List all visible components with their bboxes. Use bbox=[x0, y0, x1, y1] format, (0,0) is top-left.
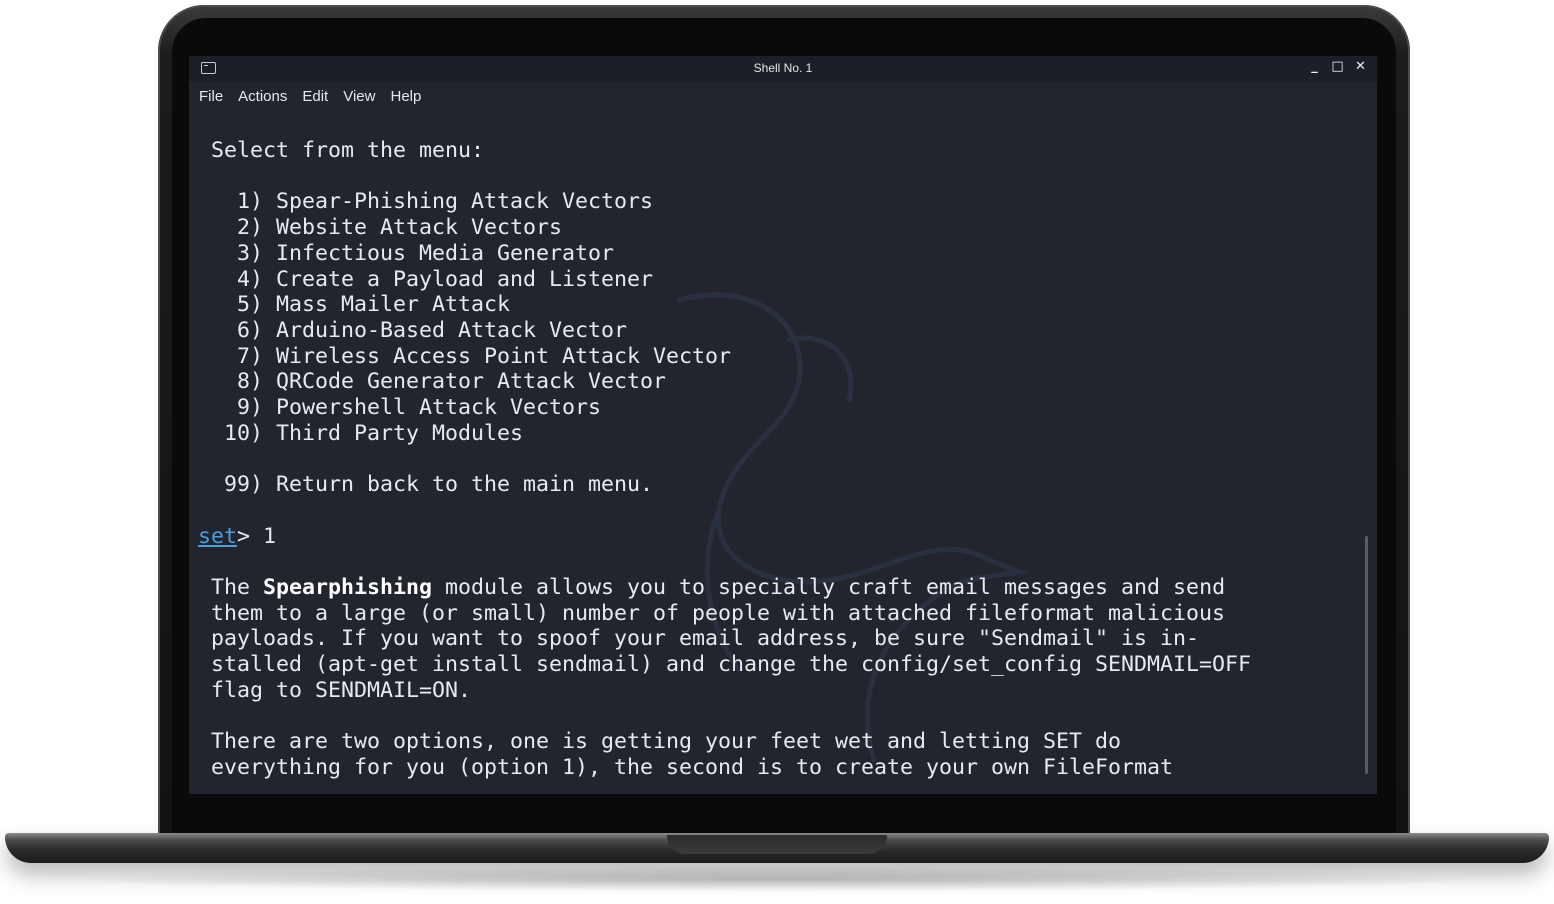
description-prefix: The bbox=[198, 574, 264, 600]
menu-option-1: 1) Spear-Phishing Attack Vectors bbox=[198, 189, 654, 215]
menu-option-10: 10) Third Party Modules bbox=[198, 420, 524, 446]
menu-option-3: 3) Infectious Media Generator bbox=[198, 240, 615, 266]
maximize-icon[interactable]: □ bbox=[1331, 59, 1344, 74]
description-line-2: them to a large (or small) number of peo… bbox=[198, 600, 1226, 626]
options-line-2: everything for you (option 1), the secon… bbox=[198, 754, 1174, 780]
menu-actions[interactable]: Actions bbox=[238, 88, 287, 105]
prompt-input[interactable]: > 1 bbox=[237, 524, 276, 549]
menu-option-2: 2) Website Attack Vectors bbox=[198, 215, 563, 241]
description-line-4: stalled (apt-get install sendmail) and c… bbox=[198, 652, 1252, 678]
laptop-shadow bbox=[60, 866, 1494, 892]
menu-edit[interactable]: Edit bbox=[302, 88, 328, 105]
description-bold: Spearphishing bbox=[263, 574, 433, 600]
window-titlebar[interactable]: Shell No. 1 _ □ ✕ bbox=[189, 56, 1377, 82]
menu-option-8: 8) QRCode Generator Attack Vector bbox=[198, 369, 667, 395]
menu-option-9: 9) Powershell Attack Vectors bbox=[198, 395, 602, 421]
minimize-icon[interactable]: _ bbox=[1308, 59, 1321, 74]
menu-option-7: 7) Wireless Access Point Attack Vector bbox=[198, 343, 732, 369]
menu-option-99: 99) Return back to the main menu. bbox=[198, 472, 654, 498]
menu-option-5: 5) Mass Mailer Attack bbox=[198, 292, 511, 318]
close-icon[interactable]: ✕ bbox=[1354, 59, 1367, 74]
terminal-scrollbar[interactable] bbox=[1365, 536, 1368, 774]
terminal-output[interactable]: Select from the menu: 1) Spear-Phishing … bbox=[189, 110, 1377, 794]
menu-file[interactable]: File bbox=[199, 88, 223, 105]
window-title: Shell No. 1 bbox=[753, 61, 813, 75]
description-line-3: payloads. If you want to spoof your emai… bbox=[198, 626, 1200, 652]
laptop-mockup: Shell No. 1 _ □ ✕ File Actions Edit View… bbox=[0, 0, 1554, 904]
terminal-window: Shell No. 1 _ □ ✕ File Actions Edit View… bbox=[189, 56, 1377, 794]
menu-option-4: 4) Create a Payload and Listener bbox=[198, 266, 654, 292]
menu-bar: File Actions Edit View Help bbox=[189, 82, 1377, 110]
set-prompt: set bbox=[198, 523, 238, 549]
laptop-notch bbox=[667, 835, 887, 854]
window-controls: _ □ ✕ bbox=[1308, 59, 1367, 74]
menu-header: Select from the menu: bbox=[198, 138, 485, 163]
description-line-1: module allows you to specially craft ema… bbox=[432, 574, 1226, 600]
menu-help[interactable]: Help bbox=[390, 88, 421, 105]
menu-option-6: 6) Arduino-Based Attack Vector bbox=[198, 317, 628, 343]
description-line-5: flag to SENDMAIL=ON. bbox=[198, 677, 472, 703]
options-line-1: There are two options, one is getting yo… bbox=[198, 729, 1122, 755]
menu-view[interactable]: View bbox=[343, 88, 375, 105]
terminal-text: Select from the menu: 1) Spear-Phishing … bbox=[198, 138, 1251, 781]
